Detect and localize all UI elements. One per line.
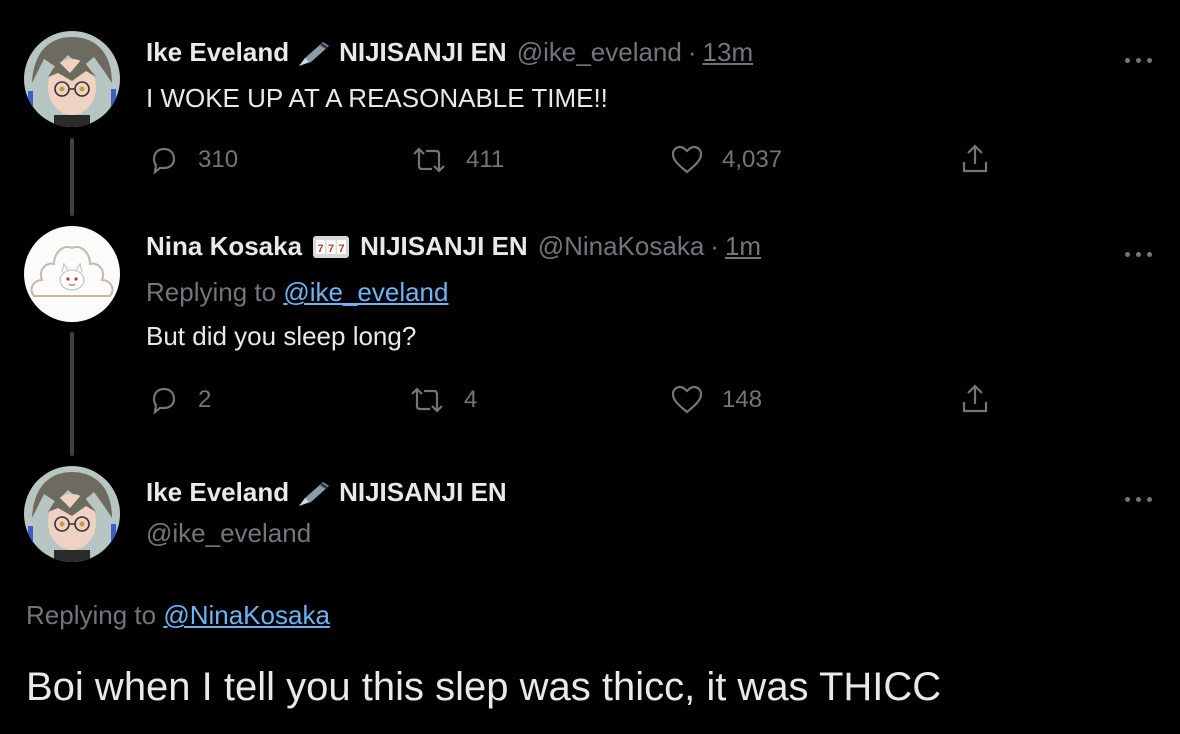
heart-icon bbox=[671, 385, 703, 414]
reply-count: 2 bbox=[198, 386, 212, 413]
retweet-icon bbox=[413, 147, 445, 173]
author-name[interactable]: Ike Eveland bbox=[146, 37, 289, 68]
svg-text:7: 7 bbox=[328, 243, 334, 255]
author-affiliation[interactable]: NIJISANJI EN bbox=[339, 477, 507, 508]
focused-author-row: Ike Eveland NIJISANJI EN bbox=[146, 477, 507, 508]
more-options-icon[interactable] bbox=[1125, 244, 1159, 257]
avatar[interactable] bbox=[24, 466, 120, 562]
timestamp-link[interactable]: 1m bbox=[725, 231, 761, 262]
author-name[interactable]: Nina Kosaka bbox=[146, 231, 302, 262]
replying-to-line: Replying to @ike_eveland bbox=[146, 277, 448, 308]
reply-icon bbox=[152, 387, 176, 415]
avatar[interactable] bbox=[24, 226, 120, 322]
separator-dot: · bbox=[710, 231, 719, 261]
share-icon bbox=[962, 144, 988, 173]
like-count: 148 bbox=[722, 386, 763, 413]
author-handle[interactable]: @ike_eveland bbox=[517, 37, 682, 68]
replying-to-line: Replying to @NinaKosaka bbox=[26, 600, 330, 631]
separator-dot: · bbox=[687, 37, 697, 67]
author-handle[interactable]: @ike_eveland bbox=[146, 518, 311, 549]
replying-prefix: Replying to bbox=[26, 600, 157, 630]
thread-line bbox=[70, 332, 74, 456]
retweet-icon bbox=[411, 387, 443, 413]
retweet-count: 411 bbox=[466, 146, 505, 173]
tweet-header: Ike Eveland NIJISANJI EN @ike_eveland · … bbox=[146, 37, 753, 68]
thread-line bbox=[70, 138, 74, 216]
reply-icon bbox=[152, 147, 176, 175]
focused-tweet-text: Boi when I tell you this slep was thicc,… bbox=[26, 665, 942, 709]
like-button[interactable]: 4,037 bbox=[670, 144, 782, 176]
author-name[interactable]: Ike Eveland bbox=[146, 477, 289, 508]
fountain-pen-icon bbox=[295, 478, 333, 508]
like-count: 4,037 bbox=[722, 146, 783, 173]
reply-button[interactable]: 310 bbox=[148, 144, 238, 176]
retweet-count: 4 bbox=[464, 386, 478, 413]
more-options-icon[interactable] bbox=[1125, 489, 1159, 502]
mention-link[interactable]: @NinaKosaka bbox=[163, 600, 330, 630]
fountain-pen-icon bbox=[295, 38, 333, 68]
slot-machine-icon: 7 7 7 bbox=[312, 234, 350, 260]
svg-text:7: 7 bbox=[318, 243, 324, 255]
tweet-header: Nina Kosaka 7 7 7 NIJISANJI EN @NinaKosa… bbox=[146, 231, 761, 262]
tweet-text: But did you sleep long? bbox=[146, 321, 417, 351]
reply-count: 310 bbox=[198, 146, 239, 173]
avatar[interactable] bbox=[24, 31, 120, 127]
like-button[interactable]: 148 bbox=[670, 384, 762, 416]
reply-button[interactable]: 2 bbox=[148, 384, 211, 416]
retweet-button[interactable]: 4 bbox=[408, 384, 477, 416]
share-icon bbox=[962, 384, 988, 413]
more-options-icon[interactable] bbox=[1125, 50, 1159, 63]
svg-text:7: 7 bbox=[339, 243, 345, 255]
replying-prefix: Replying to bbox=[146, 277, 277, 307]
author-handle[interactable]: @NinaKosaka bbox=[538, 231, 705, 262]
heart-icon bbox=[671, 145, 703, 174]
timestamp-link[interactable]: 13m bbox=[703, 37, 754, 68]
author-affiliation[interactable]: NIJISANJI EN bbox=[360, 231, 528, 262]
share-button[interactable] bbox=[958, 142, 992, 176]
share-button[interactable] bbox=[958, 382, 992, 416]
author-affiliation[interactable]: NIJISANJI EN bbox=[339, 37, 507, 68]
tweet-text: I WOKE UP AT A REASONABLE TIME!! bbox=[146, 83, 608, 113]
retweet-button[interactable]: 411 bbox=[410, 144, 504, 176]
mention-link[interactable]: @ike_eveland bbox=[283, 277, 448, 307]
